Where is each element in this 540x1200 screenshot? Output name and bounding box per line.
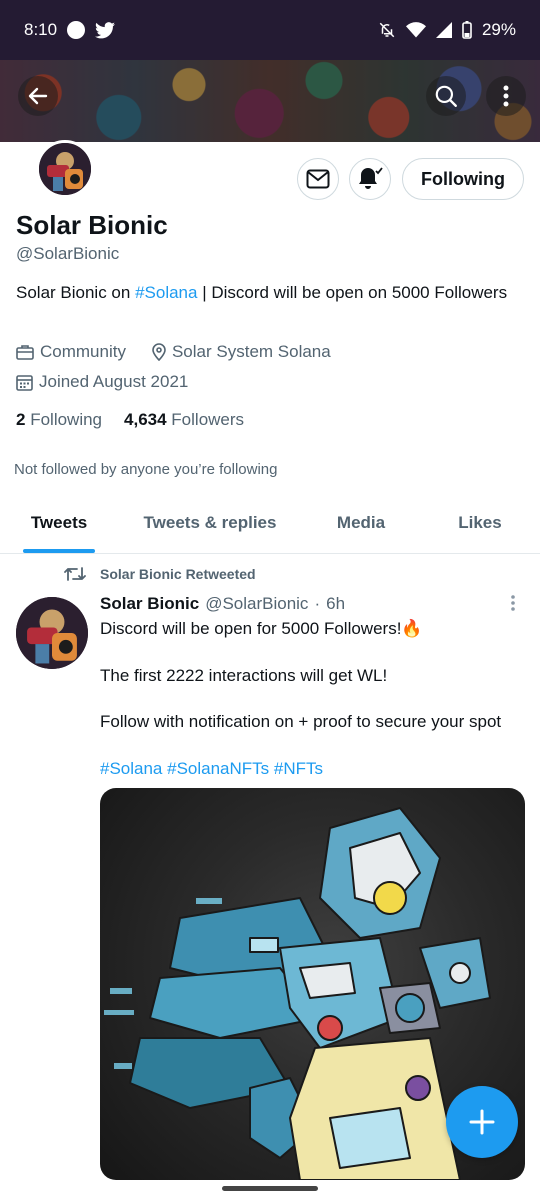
calendar-icon bbox=[16, 374, 33, 391]
profile-joined-row: Joined August 2021 bbox=[16, 372, 188, 392]
profile-display-name: Solar Bionic bbox=[16, 210, 168, 240]
profile-joined-date: Joined August 2021 bbox=[39, 372, 189, 391]
tweet-text-line: The first 2222 interactions will get WL! bbox=[100, 666, 388, 685]
following-count: 2 bbox=[16, 410, 26, 429]
bell-check-icon bbox=[359, 167, 383, 189]
profile-meta-row: Community Solar System Solana bbox=[16, 342, 331, 362]
followers-count-link[interactable]: 4,634 Followers bbox=[124, 410, 244, 430]
tweet-more-button[interactable] bbox=[504, 594, 522, 619]
tab-tweets-and-replies[interactable]: Tweets & replies bbox=[118, 492, 302, 553]
tab-media[interactable]: Media bbox=[302, 492, 420, 553]
tweet-hashtags[interactable]: #Solana #SolanaNFTs #NFTs bbox=[100, 759, 323, 779]
tweet-separator: · bbox=[314, 594, 321, 613]
tweet-author-name[interactable]: Solar Bionic bbox=[100, 594, 199, 614]
profile-banner bbox=[0, 60, 540, 142]
search-icon bbox=[435, 85, 457, 107]
profile-location: Solar System Solana bbox=[171, 342, 331, 361]
tab-label: Likes bbox=[458, 512, 502, 532]
twitter-bird-icon bbox=[95, 21, 116, 38]
signal-icon bbox=[435, 22, 452, 38]
tab-label: Media bbox=[336, 512, 386, 532]
plus-icon bbox=[469, 1109, 495, 1135]
following-label: Following bbox=[30, 410, 103, 429]
location-pin-icon bbox=[152, 343, 166, 361]
briefcase-icon bbox=[16, 345, 34, 360]
bio-hashtag-link[interactable]: #Solana bbox=[135, 283, 197, 302]
profile-avatar[interactable] bbox=[36, 140, 94, 198]
profile-handle: @SolarBionic bbox=[16, 244, 120, 263]
profile-stats: 2 Following 4,634 Followers bbox=[16, 410, 244, 430]
active-tab-indicator bbox=[23, 549, 95, 553]
tweet-author-avatar[interactable] bbox=[16, 597, 88, 669]
followers-count: 4,634 bbox=[124, 410, 167, 429]
tweet-text-line: Discord will be open for 5000 Followers!… bbox=[100, 619, 423, 638]
more-vertical-icon bbox=[503, 85, 509, 107]
back-arrow-icon bbox=[28, 87, 48, 105]
tweet-header: Solar Bionic @SolarBionic · 6h bbox=[100, 594, 345, 614]
mute-icon bbox=[379, 22, 395, 38]
retweet-context: Solar Bionic Retweeted bbox=[64, 566, 256, 582]
tab-tweets[interactable]: Tweets bbox=[0, 492, 118, 553]
tab-label: Tweets bbox=[30, 512, 88, 532]
circle-dot-icon bbox=[67, 21, 86, 39]
gesture-navigation-bar[interactable] bbox=[222, 1186, 318, 1191]
notifications-button[interactable] bbox=[349, 158, 391, 200]
more-vertical-icon bbox=[511, 595, 515, 611]
following-button[interactable]: Following bbox=[402, 158, 524, 200]
profile-tabs: Tweets Tweets & replies Media Likes bbox=[0, 492, 540, 554]
followers-label: Followers bbox=[171, 410, 245, 429]
bio-text-suffix: | Discord will be open on 5000 Followers bbox=[197, 283, 508, 302]
battery-level: 29% bbox=[481, 20, 516, 39]
tweet-author-handle: @SolarBionic bbox=[205, 594, 309, 613]
compose-tweet-button[interactable] bbox=[446, 1086, 518, 1158]
wifi-icon bbox=[405, 22, 426, 38]
following-count-link[interactable]: 2 Following bbox=[16, 410, 102, 430]
battery-icon bbox=[462, 21, 472, 39]
not-followed-notice: Not followed by anyone you’re following bbox=[14, 461, 278, 478]
back-button[interactable] bbox=[18, 76, 58, 116]
tweet-time: 6h bbox=[326, 594, 346, 613]
bio-text: Solar Bionic on bbox=[16, 283, 136, 302]
more-options-button[interactable] bbox=[486, 76, 526, 116]
tweet-text-line: Follow with notification on + proof to s… bbox=[100, 712, 502, 731]
avatar-robot-image bbox=[16, 597, 88, 669]
message-button[interactable] bbox=[297, 158, 339, 200]
retweet-label: Solar Bionic Retweeted bbox=[100, 566, 256, 582]
tab-likes[interactable]: Likes bbox=[420, 492, 540, 553]
retweet-icon bbox=[64, 567, 86, 581]
search-button[interactable] bbox=[426, 76, 466, 116]
envelope-icon bbox=[306, 169, 330, 189]
status-bar: 8:10 29% bbox=[0, 0, 540, 60]
profile-category: Community bbox=[40, 342, 126, 361]
avatar-robot-image bbox=[39, 143, 91, 195]
status-time: 8:10 bbox=[24, 20, 58, 39]
profile-bio: Solar Bionic on #Solana | Discord will b… bbox=[16, 281, 516, 304]
tab-label: Tweets & replies bbox=[143, 512, 277, 532]
